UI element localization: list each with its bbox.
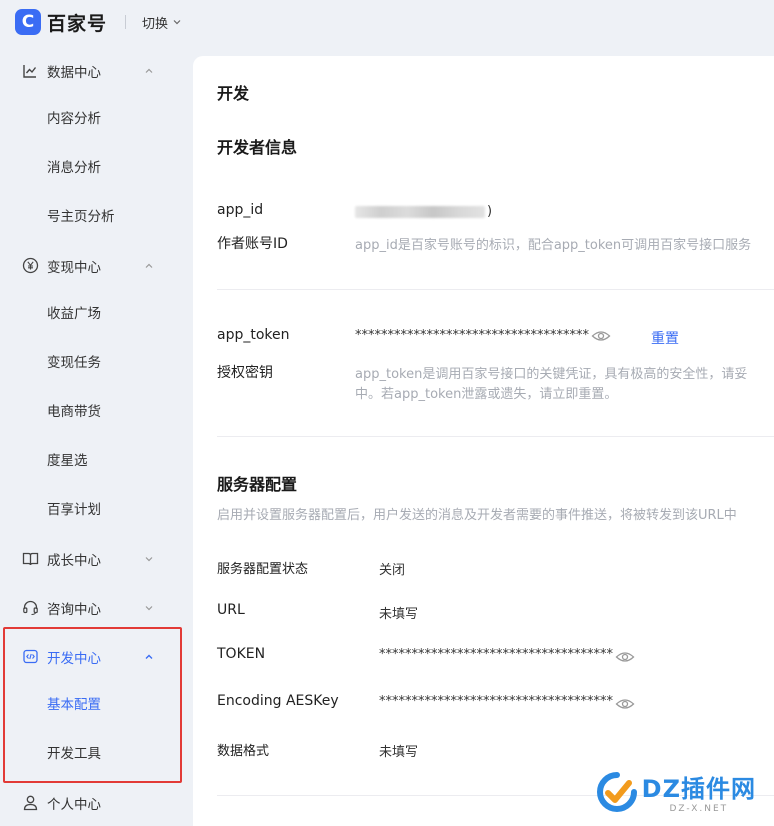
- app-id-value-tail: ): [487, 204, 493, 219]
- app-token-sublabel: 授权密钥: [217, 365, 273, 381]
- chevron-up-icon: [143, 651, 155, 663]
- token-label: TOKEN: [217, 646, 266, 662]
- sidebar-item-message-analysis[interactable]: 消息分析: [47, 158, 101, 178]
- watermark-title: DZ插件网: [641, 775, 756, 803]
- aeskey-value: ************************************: [379, 694, 613, 709]
- app-token-description-line1: app_token是调用百家号接口的关键凭证，具有极高的安全性，请妥: [355, 367, 748, 382]
- server-status-value: 关闭: [379, 563, 406, 578]
- url-label: URL: [217, 602, 245, 618]
- book-icon: [21, 550, 39, 568]
- dz-logo-icon: [596, 771, 637, 812]
- server-config-title: 服务器配置: [217, 475, 298, 494]
- sidebar-group-label: 个人中心: [47, 796, 101, 813]
- yen-icon: [21, 257, 39, 275]
- top-bar: C 百家号 切换: [0, 0, 774, 44]
- app-id-label: app_id: [217, 202, 264, 218]
- sidebar: 数据中心 内容分析 消息分析 号主页分析 变现中心 收益广场 变现任务 电商带货…: [0, 46, 192, 826]
- chevron-down-icon: [143, 553, 155, 565]
- sidebar-item-dev-tools[interactable]: 开发工具: [47, 744, 101, 764]
- baijiahao-logo[interactable]: C 百家号: [15, 9, 107, 36]
- sidebar-item-homepage-analysis[interactable]: 号主页分析: [47, 207, 115, 227]
- chevron-down-icon: [173, 20, 181, 25]
- watermark-subtitle: DZ-X.NET: [669, 804, 729, 814]
- chevron-down-icon: [143, 602, 155, 614]
- url-value: 未填写: [379, 607, 419, 622]
- header-divider: [125, 15, 127, 29]
- sidebar-item-content-analysis[interactable]: 内容分析: [47, 109, 101, 129]
- sidebar-item-baixiang-plan[interactable]: 百享计划: [47, 500, 101, 520]
- reset-token-link[interactable]: 重置: [651, 328, 679, 348]
- page-title: 开发: [217, 84, 250, 103]
- app-token-description-line2: 中。若app_token泄露或遗失，请立即重置。: [355, 387, 618, 402]
- switch-label: 切换: [142, 16, 169, 32]
- sidebar-item-revenue-square[interactable]: 收益广场: [47, 304, 101, 324]
- chart-icon: [21, 62, 39, 80]
- data-format-value: 未填写: [379, 745, 419, 760]
- app-id-description: app_id是百家号账号的标识，配合app_token可调用百家号接口服务: [355, 238, 752, 253]
- sidebar-item-monetization-tasks[interactable]: 变现任务: [47, 353, 101, 373]
- section-divider: [217, 289, 774, 290]
- server-config-description: 启用并设置服务器配置后，用户发送的消息及开发者需要的事件推送，将被转发到该URL…: [217, 508, 737, 523]
- dev-info-title: 开发者信息: [217, 138, 298, 157]
- switch-account-button[interactable]: 切换: [142, 13, 182, 32]
- chevron-up-icon: [143, 260, 155, 272]
- logo-mark-icon: C: [15, 9, 41, 35]
- sidebar-group-dev-center[interactable]: 开发中心: [0, 632, 192, 681]
- sidebar-group-consult-center[interactable]: 咨询中心: [0, 583, 192, 632]
- sidebar-group-label: 开发中心: [47, 650, 101, 667]
- aeskey-label: Encoding AESKey: [217, 693, 339, 709]
- sidebar-group-growth-center[interactable]: 成长中心: [0, 534, 192, 583]
- main-panel: 开发 开发者信息 app_id ) 作者账号ID app_id是百家号账号的标识…: [193, 56, 774, 826]
- sidebar-group-label: 变现中心: [47, 259, 101, 276]
- headset-icon: [21, 599, 39, 617]
- app-token-value: ************************************: [355, 328, 589, 343]
- app-id-redacted: [355, 205, 485, 218]
- server-status-label: 服务器配置状态: [217, 562, 309, 577]
- sidebar-group-data-center[interactable]: 数据中心: [0, 46, 192, 95]
- sidebar-group-label: 数据中心: [47, 64, 101, 81]
- sidebar-item-ecommerce[interactable]: 电商带货: [47, 402, 101, 422]
- sidebar-item-duxingxuan[interactable]: 度星选: [47, 451, 88, 471]
- app-id-sublabel: 作者账号ID: [217, 236, 288, 252]
- token-value: ************************************: [379, 647, 613, 662]
- dz-watermark: DZ插件网 DZ-X.NET: [596, 769, 756, 814]
- app-token-label: app_token: [217, 327, 290, 343]
- logo-text: 百家号: [47, 12, 108, 35]
- section-divider: [217, 436, 774, 437]
- show-aeskey-eye-icon[interactable]: [615, 696, 635, 715]
- app-id-value: ): [355, 204, 492, 219]
- data-format-label: 数据格式: [217, 744, 270, 759]
- sidebar-item-basic-config[interactable]: 基本配置: [47, 695, 101, 715]
- show-server-token-eye-icon[interactable]: [615, 649, 635, 668]
- chevron-up-icon: [143, 65, 155, 77]
- sidebar-group-label: 成长中心: [47, 552, 101, 569]
- user-icon: [21, 794, 39, 812]
- show-token-eye-icon[interactable]: [591, 328, 611, 347]
- sidebar-group-monetization-center[interactable]: 变现中心: [0, 241, 192, 290]
- code-icon: [21, 648, 39, 666]
- sidebar-group-personal-center[interactable]: 个人中心: [0, 778, 192, 826]
- sidebar-group-label: 咨询中心: [47, 601, 101, 618]
